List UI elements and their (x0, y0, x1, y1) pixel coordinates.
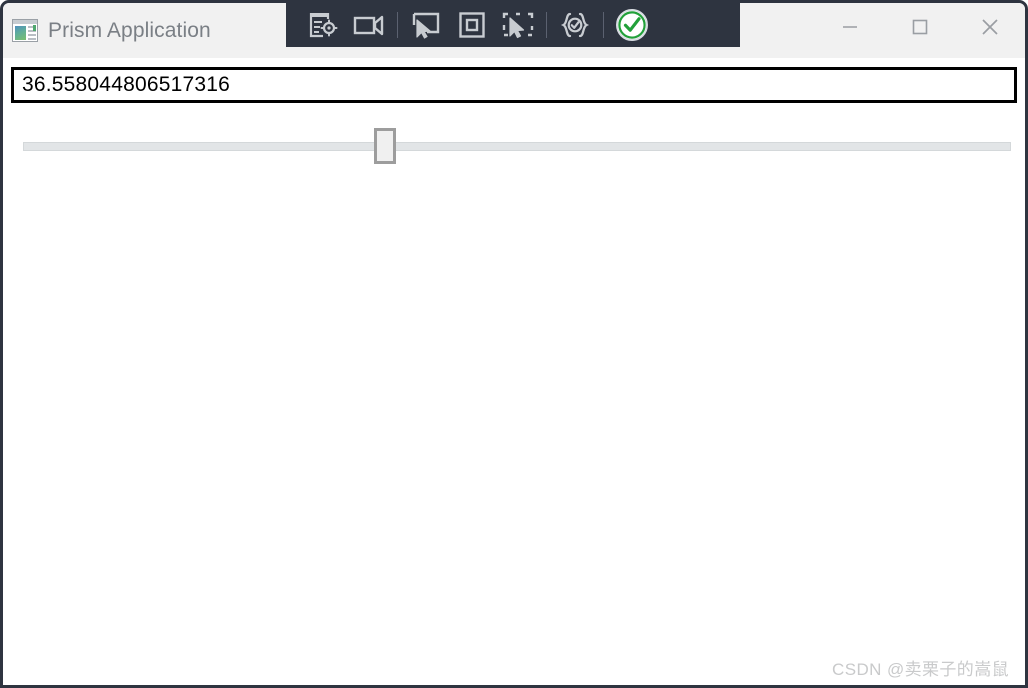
slider-track[interactable] (23, 142, 1011, 151)
inspect-properties-icon[interactable] (300, 5, 346, 45)
title-bar[interactable]: Prism Application (3, 3, 1025, 58)
app-icon-accent (33, 25, 36, 31)
focus-element-icon[interactable] (449, 5, 495, 45)
app-icon-header (13, 20, 37, 24)
inspector-toolbar[interactable] (286, 3, 740, 47)
value-slider[interactable] (23, 124, 1011, 170)
close-button[interactable] (955, 3, 1025, 50)
window-controls[interactable] (815, 3, 1025, 50)
minimize-button[interactable] (815, 3, 885, 50)
app-icon-panel (15, 26, 26, 40)
maximize-button[interactable] (885, 3, 955, 50)
status-ok-icon[interactable] (609, 5, 655, 45)
window-panels-icon (12, 19, 38, 42)
client-area: 36.558044806517316 CSDN @卖栗子的嵩鼠 (3, 58, 1025, 685)
slider-thumb[interactable] (373, 128, 396, 164)
select-element-icon[interactable] (495, 5, 541, 45)
toolbar-separator (603, 12, 604, 38)
window-title: Prism Application (48, 18, 211, 42)
watermark: CSDN @卖栗子的嵩鼠 (832, 660, 1009, 679)
toolbar-separator (546, 12, 547, 38)
title-bar-left: Prism Application (3, 3, 211, 58)
record-video-icon[interactable] (346, 5, 392, 45)
toolbar-separator (397, 12, 398, 38)
application-window: Prism Application 36.558044806517316 CSD… (0, 0, 1028, 688)
code-validate-icon[interactable] (552, 5, 598, 45)
hover-mode-icon[interactable] (403, 5, 449, 45)
value-textbox[interactable]: 36.558044806517316 (11, 67, 1017, 103)
